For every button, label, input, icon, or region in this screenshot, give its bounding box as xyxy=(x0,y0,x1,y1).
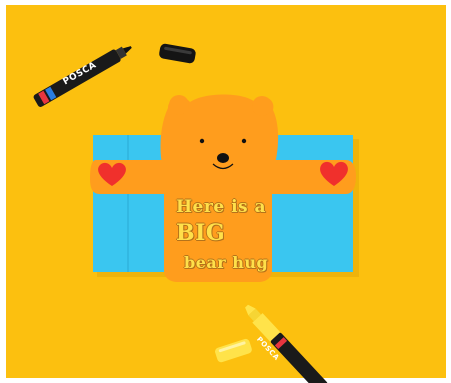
bear-eye-right xyxy=(241,138,247,144)
bear-eye-left xyxy=(199,138,205,144)
bear-body xyxy=(160,94,279,282)
bear-cutout xyxy=(160,94,279,282)
bear-arm-left xyxy=(90,160,168,194)
bear-ear-right xyxy=(252,96,272,116)
photo-scene xyxy=(0,0,451,383)
bear-nose xyxy=(217,153,229,163)
bear-arm-right xyxy=(272,160,356,194)
bear-ear-left xyxy=(169,95,189,115)
